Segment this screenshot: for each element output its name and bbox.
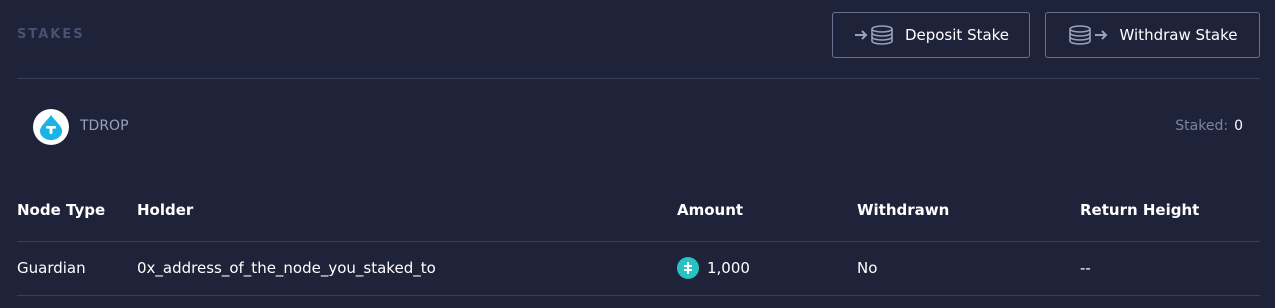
column-header-withdrawn: Withdrawn bbox=[857, 201, 950, 219]
header-divider bbox=[17, 78, 1260, 79]
cell-withdrawn: No bbox=[857, 259, 878, 277]
column-header-return-height: Return Height bbox=[1080, 201, 1200, 219]
section-title: STAKES bbox=[17, 27, 85, 42]
table-row-divider bbox=[17, 295, 1260, 296]
column-header-amount: Amount bbox=[677, 201, 744, 219]
cell-amount: 1,000 bbox=[677, 257, 750, 279]
tdrop-logo-icon bbox=[33, 109, 69, 145]
deposit-stack-icon bbox=[853, 24, 897, 46]
withdraw-stack-icon bbox=[1068, 24, 1112, 46]
staked-value: 0 bbox=[1234, 118, 1243, 134]
column-header-holder: Holder bbox=[137, 201, 194, 219]
cell-node-type: Guardian bbox=[17, 259, 86, 277]
table-header-divider bbox=[17, 241, 1260, 242]
cell-holder: 0x_address_of_the_node_you_staked_to bbox=[137, 259, 436, 277]
column-header-node-type: Node Type bbox=[17, 201, 106, 219]
staked-summary: Staked: 0 bbox=[1175, 118, 1243, 134]
withdraw-stake-button[interactable]: Withdraw Stake bbox=[1045, 12, 1260, 58]
staked-label: Staked: bbox=[1175, 118, 1229, 134]
deposit-stake-label: Deposit Stake bbox=[904, 26, 1010, 44]
amount-value: 1,000 bbox=[707, 259, 750, 277]
theta-coin-icon bbox=[677, 257, 699, 279]
cell-return-height: -- bbox=[1080, 259, 1091, 277]
token-name: TDROP bbox=[80, 118, 129, 134]
withdraw-stake-label: Withdraw Stake bbox=[1119, 26, 1238, 44]
deposit-stake-button[interactable]: Deposit Stake bbox=[832, 12, 1030, 58]
